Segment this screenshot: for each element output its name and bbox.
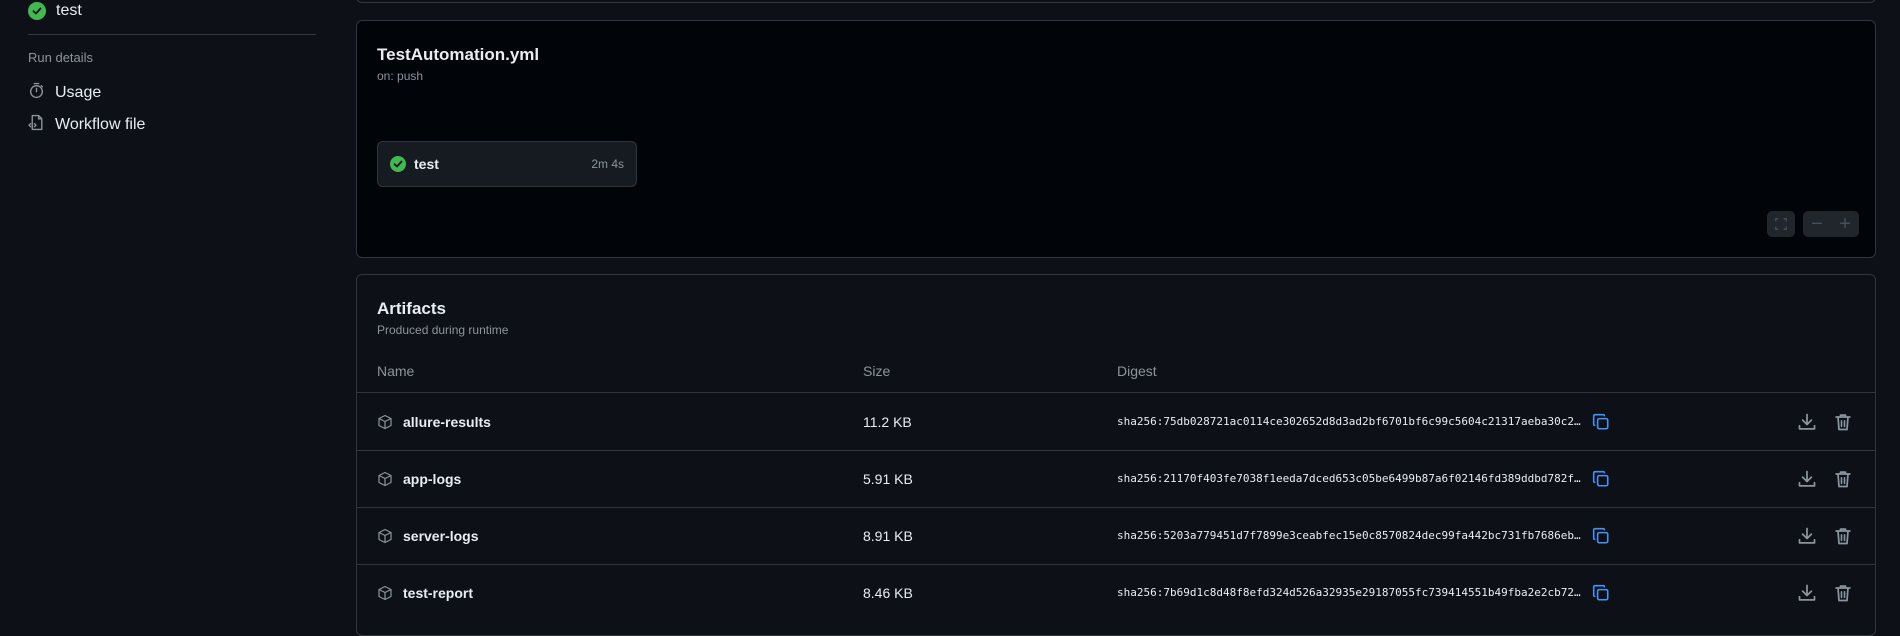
- zoom-out-icon[interactable]: −: [1803, 211, 1831, 237]
- sidebar-item-label: Workflow file: [55, 116, 146, 133]
- artifact-name-link[interactable]: app-logs: [403, 471, 461, 487]
- package-icon: [378, 585, 392, 600]
- download-icon[interactable]: [1797, 469, 1817, 489]
- copy-icon[interactable]: [1592, 584, 1610, 602]
- artifact-digest-cell: sha256:7b69d1c8d48f8efd324d526a32935e291…: [1117, 564, 1610, 621]
- artifact-size: 5.91 KB: [863, 470, 913, 487]
- copy-icon[interactable]: [1592, 527, 1610, 545]
- workflow-title: TestAutomation.yml: [377, 45, 540, 64]
- trash-icon[interactable]: [1833, 583, 1853, 603]
- artifact-digest-cell: sha256:21170f403fe7038f1eeda7dced653c05b…: [1117, 450, 1610, 507]
- success-check-icon: [28, 2, 46, 20]
- sidebar-item-workflow-file[interactable]: Workflow file: [28, 114, 145, 136]
- artifact-name-cell: server-logs: [377, 507, 478, 564]
- artifact-digest-cell: sha256:5203a779451d7f7899e3ceabfec15e0c8…: [1117, 507, 1610, 564]
- sidebar-item-usage[interactable]: Usage: [28, 82, 101, 104]
- trash-icon[interactable]: [1833, 469, 1853, 489]
- fullscreen-icon: [1775, 218, 1787, 230]
- success-check-icon: [390, 156, 406, 172]
- zoom-in-icon[interactable]: +: [1831, 211, 1859, 237]
- artifact-digest-cell: sha256:75db028721ac0114ce302652d8d3ad2bf…: [1117, 393, 1610, 450]
- artifact-digest: sha256:5203a779451d7f7899e3ceabfec15e0c8…: [1117, 529, 1581, 542]
- artifact-digest: sha256:21170f403fe7038f1eeda7dced653c05b…: [1117, 472, 1581, 485]
- zoom-controls: − +: [1803, 211, 1859, 237]
- sidebar-job-label: test: [56, 2, 82, 19]
- trash-icon[interactable]: [1833, 412, 1853, 432]
- column-header-digest: Digest: [1117, 363, 1157, 379]
- artifacts-title: Artifacts: [377, 299, 446, 318]
- job-node-test[interactable]: test 2m 4s: [377, 141, 637, 187]
- package-icon: [378, 528, 392, 543]
- artifact-name-cell: app-logs: [377, 450, 461, 507]
- download-icon[interactable]: [1797, 526, 1817, 546]
- workflow-graph-card: TestAutomation.yml on: push test 2m 4s −…: [356, 20, 1876, 258]
- sidebar-job-test[interactable]: test: [28, 0, 82, 22]
- artifact-name-cell: test-report: [377, 564, 473, 621]
- artifact-size: 8.91 KB: [863, 527, 913, 544]
- copy-icon[interactable]: [1592, 470, 1610, 488]
- trash-icon[interactable]: [1833, 526, 1853, 546]
- artifact-digest: sha256:75db028721ac0114ce302652d8d3ad2bf…: [1117, 415, 1581, 428]
- download-icon[interactable]: [1797, 412, 1817, 432]
- top-card-edge: [356, 0, 1876, 3]
- artifacts-card: Artifacts Produced during runtime Name S…: [356, 274, 1876, 636]
- job-node-duration: 2m 4s: [591, 157, 624, 171]
- copy-icon[interactable]: [1592, 413, 1610, 431]
- sidebar-item-label: Usage: [55, 84, 102, 101]
- table-row: allure-results 11.2 KB sha256:75db028721…: [357, 393, 1875, 451]
- run-main: TestAutomation.yml on: push test 2m 4s −…: [356, 0, 1876, 636]
- package-icon: [378, 471, 392, 486]
- artifact-size: 11.2 KB: [863, 413, 912, 430]
- artifact-name-link[interactable]: allure-results: [403, 414, 491, 430]
- column-header-name: Name: [377, 363, 415, 379]
- artifact-name-cell: allure-results: [377, 393, 491, 450]
- column-header-size: Size: [863, 363, 891, 379]
- job-node-label: test: [414, 156, 439, 172]
- file-code-icon: [28, 114, 45, 136]
- artifact-name-link[interactable]: test-report: [403, 585, 473, 601]
- fullscreen-button[interactable]: [1767, 211, 1795, 237]
- run-details-heading: Run details: [28, 50, 94, 65]
- package-icon: [378, 414, 392, 429]
- artifact-digest: sha256:7b69d1c8d48f8efd324d526a32935e291…: [1117, 586, 1581, 599]
- run-sidebar: test Run details Usage Workflow file: [0, 0, 345, 621]
- table-row: app-logs 5.91 KB sha256:21170f403fe7038f…: [357, 450, 1875, 508]
- artifact-name-link[interactable]: server-logs: [403, 528, 478, 544]
- artifact-size: 8.46 KB: [863, 584, 913, 601]
- stopwatch-icon: [28, 82, 45, 104]
- workflow-trigger: on: push: [377, 69, 424, 83]
- table-row: server-logs 8.91 KB sha256:5203a779451d7…: [357, 507, 1875, 565]
- sidebar-divider: [28, 34, 316, 35]
- table-row: test-report 8.46 KB sha256:7b69d1c8d48f8…: [357, 564, 1875, 621]
- artifacts-subtitle: Produced during runtime: [377, 323, 509, 337]
- download-icon[interactable]: [1797, 583, 1817, 603]
